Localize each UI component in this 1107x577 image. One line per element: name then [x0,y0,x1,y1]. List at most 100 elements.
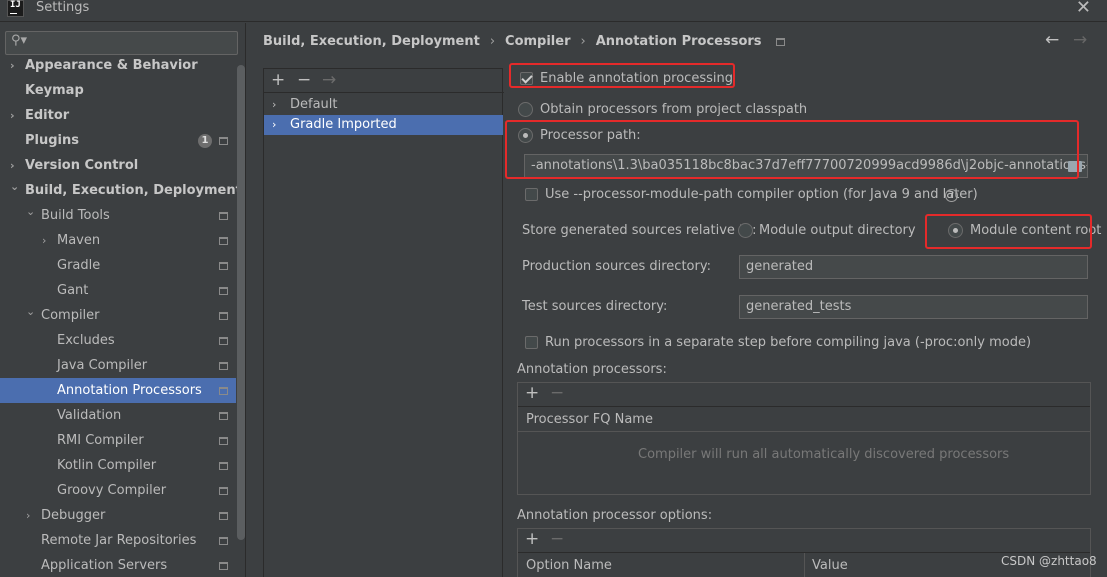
forward-arrow-icon[interactable]: → [1073,30,1087,50]
store-generated-label: Store generated sources relative to: [522,223,757,238]
column-header-option-name[interactable]: Option Name [526,553,612,577]
sidebar-item-gant[interactable]: Gant [0,278,236,303]
project-settings-icon [219,387,228,395]
breadcrumb-separator: › [489,34,496,49]
sidebar-item-label: Annotation Processors [57,383,202,398]
back-arrow-icon[interactable]: ← [1045,30,1059,50]
sidebar-item-label: Gradle [57,258,101,273]
chevron-right-icon[interactable]: › [42,228,46,253]
project-settings-icon [775,37,785,46]
highlight-box [509,63,735,88]
column-header-value[interactable]: Value [812,553,848,577]
project-settings-icon [219,287,228,295]
breadcrumb-separator: › [580,34,586,49]
add-profile-button[interactable]: + [271,70,285,90]
window-title: Settings [36,0,90,15]
sidebar-item-label: Keymap [25,83,84,98]
sidebar-item-label: Java Compiler [57,358,148,373]
sidebar-item-annotation-processors[interactable]: Annotation Processors [0,378,236,403]
test-sources-value: generated_tests [746,299,852,314]
chevron-right-icon[interactable]: › [272,115,276,135]
obtain-from-classpath-radio[interactable] [518,102,533,117]
sidebar-item-appearance-behavior[interactable]: › Appearance & Behavior [0,53,236,78]
close-icon[interactable]: ✕ [1076,0,1091,18]
module-output-directory-radio[interactable] [738,223,753,238]
remove-profile-button[interactable]: − [297,70,311,90]
sidebar-item-java-compiler[interactable]: Java Compiler [0,353,236,378]
run-separate-step-checkbox[interactable] [525,336,538,349]
sidebar-item-label: Compiler [41,308,100,323]
profile-item-gradle-imported[interactable]: › Gradle Imported [264,115,503,135]
breadcrumb-item-compiler[interactable]: Compiler [505,34,570,49]
chevron-right-icon[interactable]: › [10,53,15,78]
test-sources-input[interactable]: generated_tests [739,295,1088,319]
sidebar-item-label: Maven [57,233,101,248]
project-settings-icon [219,412,228,420]
profile-item-default[interactable]: › Default [264,95,503,115]
remove-option-button[interactable]: − [550,529,564,549]
project-settings-icon [219,262,228,270]
sidebar-item-remote-jar-repositories[interactable]: Remote Jar Repositories [0,528,236,553]
sidebar-item-keymap[interactable]: Keymap [0,78,236,103]
chevron-down-icon[interactable]: ⌄ [10,174,19,199]
project-settings-icon [219,562,228,570]
annotation-processor-settings: Enable annotation processing Obtain proc… [505,60,1107,577]
sidebar-item-label: Debugger [41,508,106,523]
sidebar-item-version-control[interactable]: › Version Control [0,153,236,178]
table-toolbar: + − [518,529,1090,553]
chevron-down-icon[interactable]: ⌄ [26,199,35,224]
sidebar-item-application-servers[interactable]: Application Servers [0,553,236,577]
sidebar-item-maven[interactable]: › Maven [0,228,236,253]
add-processor-button[interactable]: + [525,383,539,403]
table-header[interactable]: Processor FQ Name [518,407,1090,432]
sidebar-item-kotlin-compiler[interactable]: Kotlin Compiler [0,453,236,478]
chevron-down-icon[interactable]: ⌄ [26,299,35,324]
sidebar-item-validation[interactable]: Validation [0,403,236,428]
help-icon[interactable]: ? [945,189,958,202]
project-settings-icon [219,537,228,545]
search-icon: ⚲▾ [11,33,28,48]
chevron-right-icon[interactable]: › [26,503,30,528]
sidebar-item-label: RMI Compiler [57,433,144,448]
use-processor-module-path-checkbox[interactable] [525,188,538,201]
sidebar-item-compiler[interactable]: ⌄ Compiler [0,303,236,328]
chevron-right-icon[interactable]: › [10,103,15,128]
obtain-from-classpath-label: Obtain processors from project classpath [540,102,808,117]
sidebar-item-groovy-compiler[interactable]: Groovy Compiler [0,478,236,503]
annotation-processor-options-table: + − Option Name Value [517,528,1091,577]
breadcrumb-item-build[interactable]: Build, Execution, Deployment [263,34,480,49]
column-header-processor-fq-name[interactable]: Processor FQ Name [526,407,653,432]
title-bar: IJ Settings ✕ [0,0,1107,22]
profile-label: Default [290,97,338,112]
intellij-logo-icon: IJ [7,0,24,17]
sidebar-item-editor[interactable]: › Editor [0,103,236,128]
breadcrumb: Build, Execution, Deployment › Compiler › An… [263,34,785,54]
sidebar-item-build-tools[interactable]: ⌄ Build Tools [0,203,236,228]
test-sources-label: Test sources directory: [522,299,668,314]
settings-search-input[interactable]: ⚲▾ [5,31,238,55]
profiles-toolbar: + − → [264,69,504,93]
sidebar-item-label: Appearance & Behavior [25,58,198,73]
sidebar-item-label: Plugins [25,133,79,148]
table-toolbar: + − [518,383,1090,407]
sidebar-item-label: Gant [57,283,89,298]
sidebar-item-label: Groovy Compiler [57,483,167,498]
sidebar-item-excludes[interactable]: Excludes [0,328,236,353]
sidebar-item-rmi-compiler[interactable]: RMI Compiler [0,428,236,453]
sidebar-item-debugger[interactable]: › Debugger [0,503,236,528]
move-profile-button[interactable]: → [322,70,336,90]
sidebar-item-build-execution-deployment[interactable]: ⌄ Build, Execution, Deployment [0,178,242,203]
highlight-box [925,214,1092,249]
profile-label: Gradle Imported [290,117,397,132]
sidebar-item-label: Build, Execution, Deployment [25,183,242,198]
sidebar-item-label: Editor [25,108,70,123]
production-sources-input[interactable]: generated [739,255,1088,279]
update-count-badge: 1 [198,134,212,148]
add-option-button[interactable]: + [525,529,539,549]
chevron-right-icon[interactable]: › [272,95,276,115]
sidebar-item-plugins[interactable]: Plugins 1 [0,128,236,153]
sidebar-item-gradle[interactable]: Gradle [0,253,236,278]
sidebar-scrollbar[interactable] [237,65,245,540]
sidebar-item-label: Remote Jar Repositories [41,533,197,548]
remove-processor-button[interactable]: − [550,383,564,403]
